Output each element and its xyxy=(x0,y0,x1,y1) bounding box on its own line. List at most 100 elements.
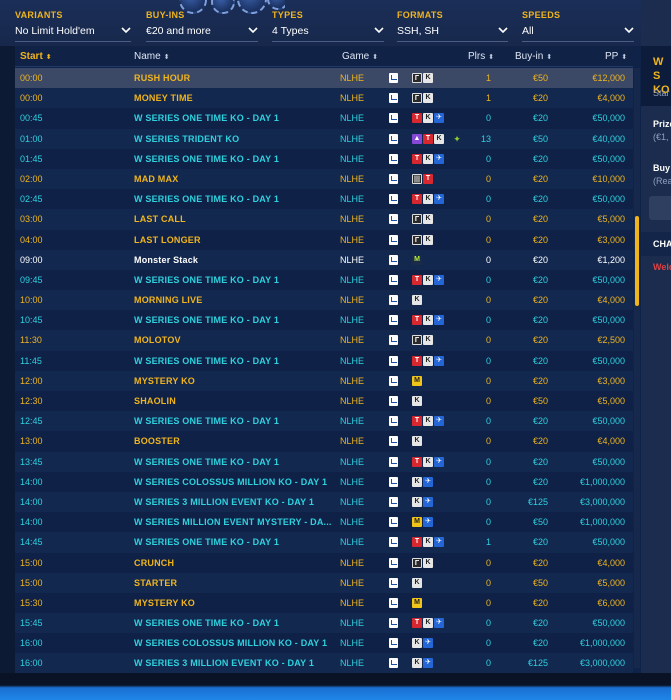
chevron-down-icon xyxy=(248,27,258,34)
row-prize-pool: €6,000 xyxy=(597,597,625,608)
knockout-icon: K xyxy=(423,93,433,104)
table-row[interactable]: 09:45 W SERIES ONE TIME KO - DAY 1 NLHE T K ✈… xyxy=(15,269,633,291)
turbo-icon: T xyxy=(412,315,422,326)
satellite-icon: ✈ xyxy=(434,113,444,124)
buyin-column-header[interactable]: Buy-in ⬍ xyxy=(515,51,552,62)
row-start-time: 11:30 xyxy=(20,335,42,346)
table-row[interactable]: 14:00 W SERIES 3 MILLION EVENT KO - DAY 1… xyxy=(15,491,633,513)
table-row[interactable]: 16:00 W SERIES COLOSSUS MILLION KO - DAY … xyxy=(15,633,633,654)
row-start-time: 12:45 xyxy=(20,416,43,427)
table-row[interactable]: 15:00 CRUNCH NLHE Γ K 0 €20 €4,000 xyxy=(15,552,633,573)
variants-filter[interactable]: VARIANTS No Limit Hold'em xyxy=(15,0,131,46)
game-column-header[interactable]: Game ⬍ xyxy=(342,51,378,62)
register-button[interactable] xyxy=(649,196,671,220)
row-players: 13 xyxy=(480,133,491,144)
row-tournament-name: MORNING LIVE xyxy=(134,295,203,306)
row-tournament-name: BOOSTER xyxy=(134,436,180,447)
buyins-filter[interactable]: BUY-INS €20 and more xyxy=(146,0,258,46)
row-start-time: 00:00 xyxy=(20,73,43,83)
chevron-down-icon xyxy=(498,27,508,34)
table-row[interactable]: 12:45 W SERIES ONE TIME KO - DAY 1 NLHE T K ✈… xyxy=(15,411,633,432)
table-row[interactable]: 14:00 W SERIES MILLION EVENT MYSTERY - DA… xyxy=(15,512,633,533)
rebuy-icon: Γ xyxy=(412,234,422,245)
plrs-column-header[interactable]: Plrs ⬍ xyxy=(468,51,494,62)
chat-tab[interactable]: CHA xyxy=(641,232,671,256)
chevron-down-icon xyxy=(624,27,634,34)
row-game-type: NLHE xyxy=(340,153,365,164)
knockout-icon: K xyxy=(423,355,433,366)
table-row[interactable]: 09:00 Monster Stack NLHE M 0 €20 €1,200 xyxy=(15,249,633,270)
start-column-header[interactable]: Start ⬍ xyxy=(20,51,52,62)
table-row[interactable]: 14:45 W SERIES ONE TIME KO - DAY 1 NLHE T K ✈… xyxy=(15,532,633,553)
filter-bar: VARIANTS No Limit Hold'em BUY-INS €20 an… xyxy=(0,0,641,46)
table-row[interactable]: 11:45 W SERIES ONE TIME KO - DAY 1 NLHE T K ✈… xyxy=(15,350,633,371)
row-game-type: NLHE xyxy=(340,335,365,346)
row-players: 0 xyxy=(485,416,491,427)
tournament-table: Start ⬍ Name ⬍ Game ⬍ Plrs ⬍ Buy-in ⬍ PP ⬍ 00:… xyxy=(15,46,641,673)
row-tournament-name: RUSH HOUR xyxy=(134,73,191,83)
row-players: 0 xyxy=(485,113,491,124)
table-row[interactable]: 10:45 W SERIES ONE TIME KO - DAY 1 NLHE T K ✈… xyxy=(15,310,633,331)
table-row[interactable]: 11:30 MOLOTOV NLHE Γ K 0 €20 €2,500 xyxy=(15,330,633,351)
table-row[interactable]: 02:00 MAD MAX NLHE ||| T 0 €20 €10,000 xyxy=(15,168,633,190)
row-buyin: €50 xyxy=(532,133,548,144)
satellite-icon: ✈ xyxy=(434,153,444,164)
name-column-header[interactable]: Name ⬍ xyxy=(134,51,170,62)
table-row[interactable]: 13:00 BOOSTER NLHE K 0 €20 €4,000 xyxy=(15,431,633,452)
mystery-icon: M xyxy=(412,517,422,528)
table-row[interactable]: 16:00 W SERIES 3 MILLION EVENT KO - DAY 1… xyxy=(15,653,633,673)
table-row[interactable]: 15:30 MYSTERY KO NLHE M 0 €20 €6,000 xyxy=(15,592,633,614)
table-row[interactable]: 12:00 MYSTERY KO NLHE M 0 €20 €3,000 xyxy=(15,370,633,391)
speeds-filter[interactable]: SPEEDS All xyxy=(522,0,634,46)
table-row[interactable]: 15:45 W SERIES ONE TIME KO - DAY 1 NLHE T K ✈… xyxy=(15,613,633,634)
row-players: 0 xyxy=(485,254,491,265)
scrollbar-thumb[interactable] xyxy=(635,216,639,306)
row-players: 0 xyxy=(485,577,491,588)
row-prize-pool: €50,000 xyxy=(592,194,625,205)
table-scrollbar[interactable] xyxy=(634,68,640,668)
table-row[interactable]: 15:00 STARTER NLHE K 0 €50 €5,000 xyxy=(15,572,633,593)
pp-column-header[interactable]: PP ⬍ xyxy=(605,51,627,62)
detail-buyin-value: (Rea xyxy=(653,176,671,186)
row-buyin: €125 xyxy=(527,658,548,669)
formats-filter[interactable]: FORMATS SSH, SH xyxy=(397,0,508,46)
row-start-time: 02:00 xyxy=(20,173,43,184)
table-row[interactable]: 10:00 MORNING LIVE NLHE K 0 €20 €4,000 xyxy=(15,290,633,311)
row-tournament-name: W SERIES COLOSSUS MILLION KO - DAY 1 xyxy=(134,638,328,649)
table-row[interactable]: 03:00 LAST CALL NLHE Γ K 0 €20 €5,000 xyxy=(15,209,633,230)
row-buyin: €20 xyxy=(532,113,548,124)
table-row[interactable]: 14:00 W SERIES COLOSSUS MILLION KO - DAY … xyxy=(15,471,633,492)
table-row[interactable]: 02:45 W SERIES ONE TIME KO - DAY 1 NLHE T K ✈… xyxy=(15,189,633,210)
row-prize-pool: €4,000 xyxy=(597,93,625,104)
row-tournament-name: W SERIES ONE TIME KO - DAY 1 xyxy=(134,416,280,427)
table-row[interactable]: 12:30 SHAOLIN NLHE K 0 €50 €5,000 xyxy=(15,391,633,412)
satellite-icon: ✈ xyxy=(423,496,433,507)
row-start-time: 10:00 xyxy=(20,295,43,306)
row-prize-pool: €1,000,000 xyxy=(579,517,625,528)
table-row[interactable]: 13:45 W SERIES ONE TIME KO - DAY 1 NLHE T K ✈… xyxy=(15,451,633,472)
table-row[interactable]: 01:45 W SERIES ONE TIME KO - DAY 1 NLHE T K ✈… xyxy=(15,148,633,169)
table-row[interactable]: 04:00 LAST LONGER NLHE Γ K 0 €20 €3,000 xyxy=(15,229,633,250)
row-buyin: €20 xyxy=(532,618,548,629)
types-filter[interactable]: TYPES 4 Types xyxy=(272,0,384,46)
row-tournament-name: Monster Stack xyxy=(134,254,199,265)
row-players: 0 xyxy=(485,618,491,629)
table-header: Start ⬍ Name ⬍ Game ⬍ Plrs ⬍ Buy-in ⬍ PP ⬍ xyxy=(15,46,633,67)
row-start-time: 14:00 xyxy=(20,476,43,487)
mystery-icon: M xyxy=(412,597,422,608)
row-game-type: NLHE xyxy=(340,375,365,386)
table-icon xyxy=(389,93,398,104)
table-row[interactable]: 00:00 RUSH HOUR NLHE Γ K 1 €50 €12,000 xyxy=(15,68,633,89)
sort-icon: ⬍ xyxy=(488,54,495,61)
table-row[interactable]: 00:45 W SERIES ONE TIME KO - DAY 1 NLHE T K ✈… xyxy=(15,108,633,129)
table-icon xyxy=(389,355,398,366)
row-buyin: €20 xyxy=(532,456,548,467)
row-start-time: 01:00 xyxy=(20,133,43,144)
knockout-icon: K xyxy=(423,416,433,427)
sort-icon: ⬍ xyxy=(621,54,628,61)
table-row[interactable]: 00:00 MONEY TIME NLHE Γ K 1 €20 €4,000 xyxy=(15,88,633,109)
sort-icon: ⬍ xyxy=(372,54,379,61)
knockout-icon: K xyxy=(423,194,433,205)
row-game-type: NLHE xyxy=(340,214,365,225)
table-row[interactable]: 01:00 W SERIES TRIDENT KO NLHE ▲ T K ✦ 13 €50 €40… xyxy=(15,128,633,149)
